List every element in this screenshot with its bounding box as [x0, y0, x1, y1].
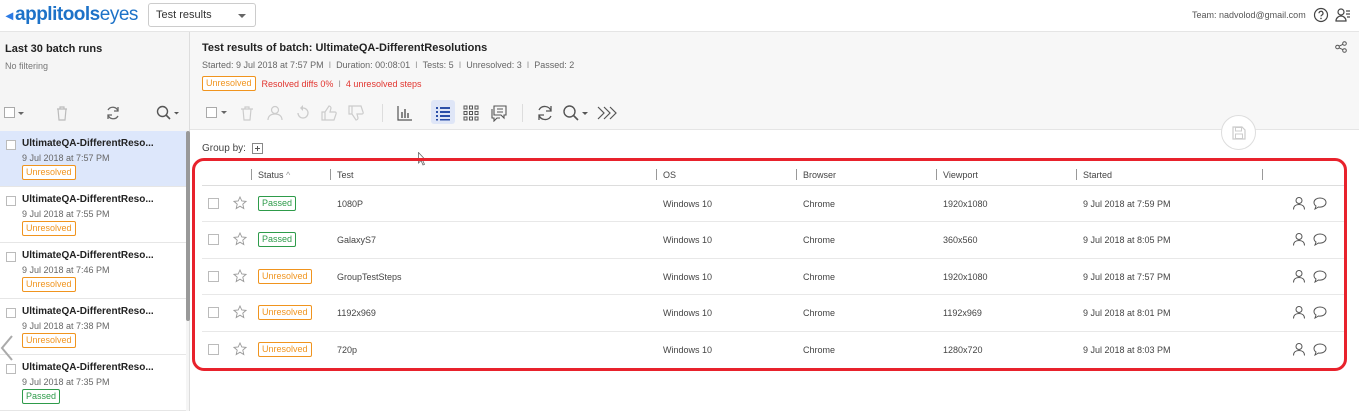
- expand-all-icon[interactable]: [596, 104, 622, 122]
- select-all-checkbox-icon[interactable]: [4, 106, 26, 120]
- status-separator: I: [338, 78, 341, 89]
- logo-product: eyes: [99, 4, 139, 25]
- batch-panel-title: Last 30 batch runs: [5, 43, 103, 55]
- refresh-icon[interactable]: [105, 105, 121, 121]
- batch-item[interactable]: UltimateQA-DifferentReso... 9 Jul 2018 a…: [0, 243, 186, 299]
- batch-list-scrollbar[interactable]: [186, 131, 190, 321]
- list-view-icon[interactable]: [434, 104, 452, 122]
- unresolved-steps: 4 unresolved steps: [345, 78, 422, 89]
- page-title: Test results of batch: UltimateQA-Differ…: [202, 42, 488, 54]
- status-badge: Unresolved: [22, 221, 76, 236]
- toolbar-divider: [382, 104, 383, 122]
- status-badge: Unresolved: [22, 277, 76, 292]
- batch-checkbox[interactable]: [6, 308, 16, 318]
- add-group-plus-icon[interactable]: [251, 143, 263, 154]
- logo-brand: applitools: [15, 4, 100, 25]
- batch-header: Test results of batch: UltimateQA-Differ…: [190, 32, 1359, 130]
- view-selector-value: Test results: [156, 9, 212, 21]
- trash-icon[interactable]: [238, 104, 256, 122]
- refresh-icon[interactable]: [536, 104, 554, 122]
- resolved-diffs: Resolved diffs 0%: [261, 78, 334, 89]
- status-badge: Unresolved: [22, 165, 76, 180]
- grid-view-icon[interactable]: [462, 104, 480, 122]
- group-by-label: Group by:: [202, 143, 246, 154]
- results-toolbar: [202, 100, 802, 126]
- batch-name: UltimateQA-DifferentReso...: [22, 306, 154, 317]
- batch-checkbox[interactable]: [6, 364, 16, 374]
- help-icon[interactable]: [1313, 7, 1329, 23]
- batch-filter-label[interactable]: No filtering: [5, 61, 48, 71]
- team-label: Team: nadvolod@gmail.com: [1192, 10, 1306, 20]
- share-icon[interactable]: [1335, 41, 1347, 53]
- batch-date: 9 Jul 2018 at 7:55 PM: [22, 209, 110, 219]
- batch-checkbox[interactable]: [6, 252, 16, 262]
- batch-item[interactable]: UltimateQA-DifferentReso... 9 Jul 2018 a…: [0, 187, 186, 243]
- undo-icon[interactable]: [294, 104, 312, 122]
- thumbs-down-icon[interactable]: [347, 104, 365, 122]
- status-badge: Passed: [22, 389, 61, 404]
- meta-unresolved: Unresolved: 3: [466, 60, 522, 70]
- batch-name: UltimateQA-DifferentReso...: [22, 194, 154, 205]
- batch-toolbar: [0, 100, 190, 128]
- save-button[interactable]: [1221, 115, 1256, 150]
- select-all-checkbox-icon[interactable]: [204, 104, 230, 122]
- search-icon[interactable]: [156, 105, 180, 121]
- thumbs-up-icon[interactable]: [320, 104, 338, 122]
- collapse-panel-chevron-left-icon[interactable]: [0, 334, 14, 362]
- meta-passed: Passed: 2: [534, 60, 575, 70]
- batch-date: 9 Jul 2018 at 7:38 PM: [22, 321, 110, 331]
- batch-name: UltimateQA-DifferentReso...: [22, 250, 154, 261]
- meta-started: Started: 9 Jul 2018 at 7:57 PM: [202, 60, 324, 70]
- batch-runs-panel: Last 30 batch runs No filtering Ultimate…: [0, 32, 190, 411]
- batch-checkbox[interactable]: [6, 196, 16, 206]
- trash-icon[interactable]: [55, 105, 69, 121]
- batch-name: UltimateQA-DifferentReso...: [22, 138, 154, 149]
- top-bar: ◂ applitools eyes Test results Team: nad…: [0, 0, 1359, 32]
- batch-list: UltimateQA-DifferentReso... 9 Jul 2018 a…: [0, 131, 186, 411]
- save-icon: [1232, 126, 1246, 140]
- meta-tests: Tests: 5: [422, 60, 454, 70]
- toolbar-divider: [522, 104, 523, 122]
- comments-view-icon[interactable]: [490, 104, 508, 122]
- batch-item[interactable]: UltimateQA-DifferentReso... 9 Jul 2018 a…: [0, 131, 186, 187]
- batch-status-line: Unresolved Resolved diffs 0% I 4 unresol…: [202, 76, 421, 91]
- logo-mark: ◂: [6, 6, 14, 23]
- group-by-control: Group by:: [202, 143, 263, 154]
- meta-separator: I: [415, 60, 418, 70]
- batch-name: UltimateQA-DifferentReso...: [22, 362, 154, 373]
- batch-item[interactable]: UltimateQA-DifferentReso... 9 Jul 2018 a…: [0, 355, 186, 411]
- applitools-eyes-logo[interactable]: ◂ applitools eyes: [6, 4, 139, 25]
- batch-item[interactable]: UltimateQA-DifferentReso... 9 Jul 2018 a…: [0, 299, 186, 355]
- chevron-down-icon: [238, 14, 246, 18]
- batch-date: 9 Jul 2018 at 7:35 PM: [22, 377, 110, 387]
- batch-date: 9 Jul 2018 at 7:46 PM: [22, 265, 110, 275]
- status-badge: Unresolved: [22, 333, 76, 348]
- annotation-highlight-box: [192, 158, 1347, 371]
- meta-separator: I: [328, 60, 332, 70]
- batch-checkbox[interactable]: [6, 140, 16, 150]
- batch-meta: Started: 9 Jul 2018 at 7:57 PM I Duration:…: [202, 60, 574, 70]
- status-badge: Unresolved: [202, 76, 256, 91]
- batch-date: 9 Jul 2018 at 7:57 PM: [22, 153, 110, 163]
- bar-chart-icon[interactable]: [396, 104, 414, 122]
- view-selector-dropdown[interactable]: Test results: [148, 3, 256, 27]
- search-icon[interactable]: [562, 104, 590, 122]
- meta-separator: I: [526, 60, 530, 70]
- user-settings-icon[interactable]: [1335, 7, 1351, 23]
- meta-duration: Duration: 00:08:01: [336, 60, 411, 70]
- assign-user-icon[interactable]: [266, 104, 284, 122]
- meta-separator: I: [458, 60, 462, 70]
